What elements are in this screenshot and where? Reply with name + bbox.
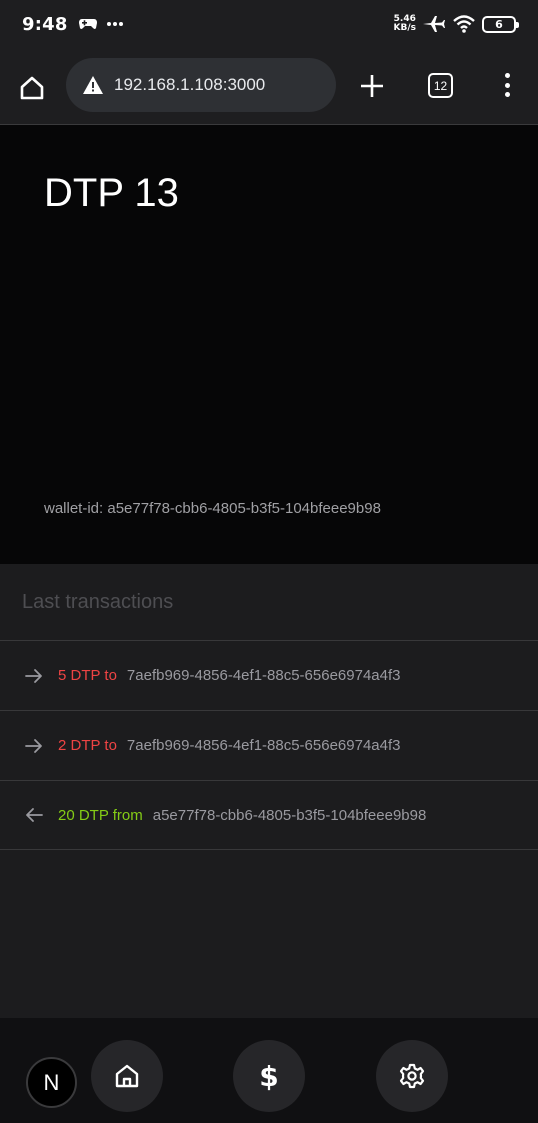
plus-icon (361, 75, 383, 97)
battery-level: 6 (495, 17, 503, 31)
nav-transfer-button[interactable]: $ (233, 1040, 305, 1112)
transaction-amount: 5 DTP to (58, 667, 117, 684)
transactions-list: 5 DTP to 7aefb969-4856-4ef1-88c5-656e697… (0, 640, 538, 850)
home-icon (115, 1064, 139, 1088)
arrow-right-icon (25, 668, 42, 683)
wallet-id: wallet-id: a5e77f78-cbb6-4805-b3f5-104bf… (44, 500, 381, 517)
tab-switcher-button[interactable]: 12 (428, 73, 453, 98)
nav-settings-button[interactable] (376, 1040, 448, 1112)
dev-tools-badge[interactable]: N (26, 1057, 77, 1108)
transaction-peer: a5e77f78-cbb6-4805-b3f5-104bfeee9b98 (152, 806, 427, 824)
status-left-icons (78, 16, 124, 32)
more-dots-icon (106, 22, 123, 26)
transaction-row[interactable]: 20 DTP from a5e77f78-cbb6-4805-b3f5-104b… (0, 780, 538, 850)
wallet-panel: DTP 13 wallet-id: a5e77f78-cbb6-4805-b3f… (0, 125, 538, 564)
network-speed: 5.46 KB/s (394, 15, 416, 33)
tab-count: 12 (433, 78, 448, 93)
transaction-amount: 20 DTP from (58, 806, 143, 824)
arrow-left-icon (26, 808, 43, 822)
transaction-row[interactable]: 5 DTP to 7aefb969-4856-4ef1-88c5-656e697… (0, 640, 538, 710)
status-right: 5.46 KB/s 6 (394, 14, 519, 34)
battery-icon: 6 (482, 15, 519, 33)
browser-toolbar: 192.168.1.108:3000 12 (0, 48, 538, 124)
game-controller-icon (78, 19, 97, 29)
warning-triangle-icon[interactable] (82, 75, 104, 95)
url-text[interactable]: 192.168.1.108:3000 (114, 75, 265, 95)
url-bar[interactable]: 192.168.1.108:3000 (66, 58, 336, 112)
home-icon (20, 76, 44, 100)
new-tab-button[interactable] (358, 72, 386, 100)
status-bar: 9:48 5.46 KB/s 6 (0, 0, 538, 48)
transaction-peer: 7aefb969-4856-4ef1-88c5-656e6974a4f3 (126, 737, 401, 754)
status-time: 9:48 (22, 13, 68, 35)
transaction-peer: 7aefb969-4856-4ef1-88c5-656e6974a4f3 (126, 667, 401, 684)
network-speed-unit: KB/s (393, 23, 416, 33)
wallet-balance: DTP 13 (44, 171, 179, 215)
gear-icon (399, 1063, 425, 1089)
transactions-panel: Last transactions 5 DTP to 7aefb969-4856… (0, 564, 538, 1018)
menu-dot (504, 82, 510, 88)
menu-dot (504, 73, 510, 78)
bottom-nav: N $ (0, 1018, 538, 1123)
menu-dot (504, 92, 510, 97)
wifi-icon (453, 15, 475, 33)
browser-home-button[interactable] (16, 72, 48, 104)
transaction-amount: 2 DTP to (58, 737, 117, 754)
transactions-heading: Last transactions (22, 591, 174, 613)
dollar-icon: $ (259, 1059, 279, 1093)
browser-menu-button[interactable] (500, 70, 514, 100)
airplane-icon (423, 16, 445, 32)
nav-home-button[interactable] (91, 1040, 163, 1112)
transaction-row[interactable]: 2 DTP to 7aefb969-4856-4ef1-88c5-656e697… (0, 710, 538, 780)
dev-badge-letter: N (43, 1069, 60, 1095)
arrow-right-icon (25, 738, 42, 753)
